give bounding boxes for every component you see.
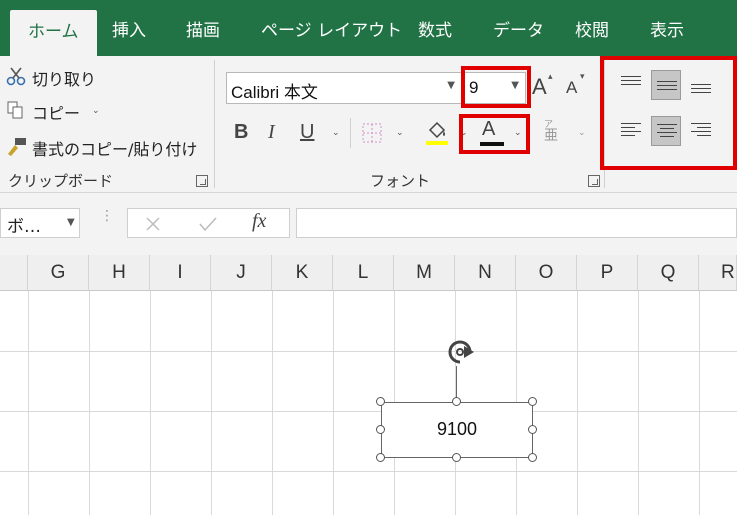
column-header-n[interactable]: N bbox=[455, 255, 516, 291]
italic-button[interactable]: I bbox=[268, 121, 275, 144]
borders-icon[interactable] bbox=[361, 122, 383, 144]
rotate-handle-icon[interactable] bbox=[440, 334, 480, 368]
dropdown-arrow-icon: ▼ bbox=[447, 80, 455, 91]
resize-handle-ne[interactable] bbox=[528, 397, 537, 406]
decrease-font-size-button[interactable]: A bbox=[566, 78, 577, 98]
name-box-value: ボ… bbox=[7, 217, 41, 237]
column-header-p[interactable]: P bbox=[577, 255, 638, 291]
column-header-q[interactable]: Q bbox=[638, 255, 699, 291]
tab-draw[interactable]: 描画 bbox=[186, 20, 220, 42]
up-caret-icon: ▴ bbox=[548, 72, 553, 82]
tab-data[interactable]: データ bbox=[493, 20, 544, 42]
tab-home[interactable]: ホーム bbox=[10, 10, 97, 56]
chevron-down-icon[interactable]: ⌄ bbox=[396, 128, 404, 138]
column-header-k[interactable]: K bbox=[272, 255, 333, 291]
copy-label: コピー bbox=[32, 104, 81, 123]
chevron-down-icon[interactable]: ⌄ bbox=[578, 128, 586, 138]
group-divider bbox=[214, 60, 215, 188]
column-header-h[interactable]: H bbox=[89, 255, 150, 291]
chevron-down-icon: ⌄ bbox=[92, 106, 100, 116]
cancel-x-icon[interactable] bbox=[144, 215, 162, 233]
column-header-j[interactable]: J bbox=[211, 255, 272, 291]
name-box[interactable]: ボ… ▼ bbox=[0, 208, 80, 238]
font-group-label: フォント bbox=[370, 172, 431, 190]
enter-check-icon[interactable] bbox=[198, 215, 218, 233]
column-header-r[interactable]: R bbox=[699, 255, 737, 291]
column-header-o[interactable]: O bbox=[516, 255, 577, 291]
down-caret-icon: ▾ bbox=[580, 72, 585, 82]
column-header-partial[interactable] bbox=[0, 255, 28, 291]
resize-handle-sw[interactable] bbox=[376, 453, 385, 462]
font-name-combo[interactable]: Calibri 本文 ▼ bbox=[226, 72, 462, 104]
font-size-highlight bbox=[461, 66, 531, 108]
increase-font-size-button[interactable]: A bbox=[532, 74, 547, 100]
dropdown-arrow-icon: ▼ bbox=[67, 217, 75, 228]
scissors-icon bbox=[6, 67, 26, 86]
resize-handle-s[interactable] bbox=[452, 453, 461, 462]
resize-handle-nw[interactable] bbox=[376, 397, 385, 406]
resize-handle-e[interactable] bbox=[528, 425, 537, 434]
font-dialog-launcher[interactable] bbox=[588, 175, 600, 187]
ribbon: 切り取り コピー ⌄ 書式のコピー/貼り付け クリップボード Calibri 本… bbox=[0, 56, 737, 193]
fill-color-icon[interactable] bbox=[424, 120, 450, 146]
paintbrush-icon bbox=[8, 138, 26, 156]
copy-button[interactable]: コピー ⌄ bbox=[6, 98, 116, 124]
font-color-highlight bbox=[459, 114, 530, 154]
tab-view[interactable]: 表示 bbox=[650, 20, 684, 42]
text-box-shape[interactable]: 9100 bbox=[381, 402, 533, 458]
phonetic-guide-button[interactable]: ア亜 bbox=[544, 120, 568, 148]
clipboard-group-label: クリップボード bbox=[8, 172, 114, 190]
tab-insert[interactable]: 挿入 bbox=[112, 20, 146, 42]
font-name-value: Calibri 本文 bbox=[231, 83, 318, 102]
resize-handle-n[interactable] bbox=[452, 397, 461, 406]
formula-buttons: fx bbox=[127, 208, 290, 238]
ribbon-tab-bar: ホーム 挿入 描画 ページ レイアウト 数式 データ 校閲 表示 bbox=[0, 0, 737, 56]
formula-bar-area: ボ… ▼ ⋮ fx bbox=[0, 193, 737, 255]
divider bbox=[350, 118, 351, 148]
column-header-i[interactable]: I bbox=[150, 255, 211, 291]
underline-button[interactable]: U bbox=[300, 121, 314, 144]
clipboard-dialog-launcher[interactable] bbox=[196, 175, 208, 187]
alignment-highlight bbox=[600, 56, 737, 170]
worksheet-grid[interactable]: G H I J K L M N O P Q R bbox=[0, 255, 737, 515]
resize-handle-se[interactable] bbox=[528, 453, 537, 462]
tab-page-layout[interactable]: ページ レイアウト bbox=[261, 20, 402, 42]
tab-review[interactable]: 校閲 bbox=[575, 20, 609, 42]
resize-handle-w[interactable] bbox=[376, 425, 385, 434]
tab-formulas[interactable]: 数式 bbox=[418, 20, 452, 42]
column-header-m[interactable]: M bbox=[394, 255, 455, 291]
insert-function-icon[interactable]: fx bbox=[252, 210, 266, 233]
column-header-l[interactable]: L bbox=[333, 255, 394, 291]
cut-button[interactable]: 切り取り bbox=[6, 64, 216, 90]
chevron-down-icon[interactable]: ⌄ bbox=[332, 128, 340, 138]
cut-label: 切り取り bbox=[32, 70, 97, 89]
format-painter-button[interactable]: 書式のコピー/貼り付け bbox=[6, 134, 206, 160]
copy-icon bbox=[7, 101, 23, 119]
format-painter-label: 書式のコピー/貼り付け bbox=[32, 140, 198, 159]
formula-input[interactable] bbox=[296, 208, 737, 238]
text-box-content[interactable]: 9100 bbox=[382, 419, 532, 440]
bold-button[interactable]: B bbox=[234, 121, 248, 144]
drag-handle-icon[interactable]: ⋮ bbox=[100, 209, 114, 223]
column-header-g[interactable]: G bbox=[28, 255, 89, 291]
